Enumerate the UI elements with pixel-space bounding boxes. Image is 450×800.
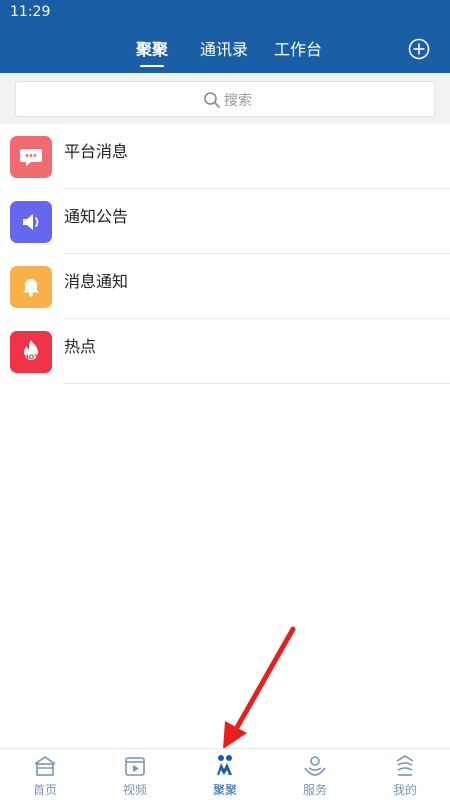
list-item-title: 热点 (64, 337, 97, 356)
search-bar-area: 搜索 (0, 73, 450, 124)
chat-bubble-icon (10, 136, 52, 178)
nav-home[interactable]: 首页 (15, 753, 75, 799)
status-time: 11:29 (10, 4, 51, 20)
profile-icon (396, 755, 414, 776)
nav-label: 服务 (302, 783, 327, 797)
list-item-title: 消息通知 (64, 272, 129, 291)
nav-label: 视频 (122, 783, 147, 797)
hot-fire-icon: HOT (10, 331, 52, 373)
divider (64, 383, 450, 384)
annotation-arrow (223, 626, 296, 749)
nav-label: 首页 (32, 783, 57, 797)
list-item-platform-messages[interactable]: 平台消息 (0, 124, 450, 189)
active-tab-indicator (140, 65, 164, 67)
list-item-notifications[interactable]: 消息通知 (0, 254, 450, 319)
nav-label: 聚聚 (212, 783, 237, 797)
tab-workbench[interactable]: 工作台 (274, 36, 322, 60)
search-placeholder: 搜索 (224, 93, 252, 109)
bell-icon (10, 266, 52, 308)
top-tabs: 聚聚 通讯录 工作台 (0, 36, 450, 64)
nav-video[interactable]: 视频 (105, 753, 165, 799)
list-item-title: 通知公告 (64, 207, 129, 226)
search-icon (204, 92, 220, 108)
svg-text:HOT: HOT (23, 353, 39, 361)
nav-service[interactable]: 服务 (285, 753, 345, 799)
speaker-icon (10, 201, 52, 243)
people-icon (217, 755, 232, 775)
top-header: 11:29 聚聚 通讯录 工作台 (0, 0, 450, 73)
message-list: 平台消息 通知公告 消息通知 HOT 热点 (0, 124, 450, 384)
nav-juju[interactable]: 聚聚 (195, 753, 255, 799)
search-input[interactable]: 搜索 (15, 81, 435, 117)
plus-circle-icon[interactable] (408, 38, 430, 60)
app-screen: 11:29 聚聚 通讯录 工作台 搜索 平台消息 通知公告 消息通知 HOT 热… (0, 0, 450, 800)
nav-profile[interactable]: 我的 (375, 753, 435, 799)
list-item-announcements[interactable]: 通知公告 (0, 189, 450, 254)
service-icon (304, 756, 326, 776)
list-item-title: 平台消息 (64, 142, 129, 161)
bottom-nav: 首页 视频 聚聚 服务 我的 (0, 748, 450, 800)
list-item-hot[interactable]: HOT 热点 (0, 319, 450, 384)
nav-label: 我的 (392, 783, 417, 797)
video-icon (125, 757, 145, 776)
tab-juju[interactable]: 聚聚 (136, 36, 168, 60)
tab-contacts[interactable]: 通讯录 (200, 36, 248, 60)
home-icon (34, 756, 56, 776)
